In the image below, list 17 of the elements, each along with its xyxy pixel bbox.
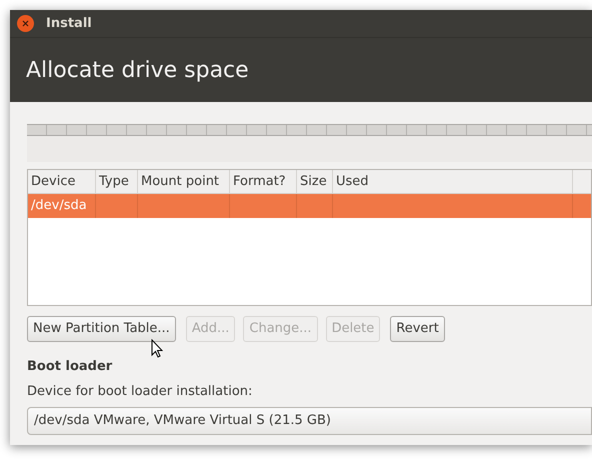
field-label: Device for boot loader installation: <box>27 382 254 400</box>
table-cell-text: /dev/sda <box>31 197 87 216</box>
close-icon <box>22 20 29 27</box>
close-button[interactable] <box>17 15 34 32</box>
action-button[interactable]: Revert <box>390 316 445 342</box>
section-heading: Boot loader <box>27 358 114 376</box>
column-header[interactable]: Used <box>333 170 573 193</box>
column-header[interactable]: Format? <box>230 170 297 193</box>
action-button[interactable]: New Partition Table... <box>27 316 176 342</box>
window-title: Install <box>46 14 92 33</box>
page-title: Allocate drive space <box>26 56 249 84</box>
column-header[interactable]: Size <box>297 170 333 193</box>
mouse-pointer-icon <box>151 339 163 358</box>
column-header[interactable]: Mount point <box>138 170 230 193</box>
column-header[interactable]: Type <box>96 170 138 193</box>
boot-device-dropdown[interactable]: /dev/sda VMware, VMware Virtual S (21.5 GB) <box>27 407 592 435</box>
column-header[interactable]: Device <box>28 170 96 193</box>
